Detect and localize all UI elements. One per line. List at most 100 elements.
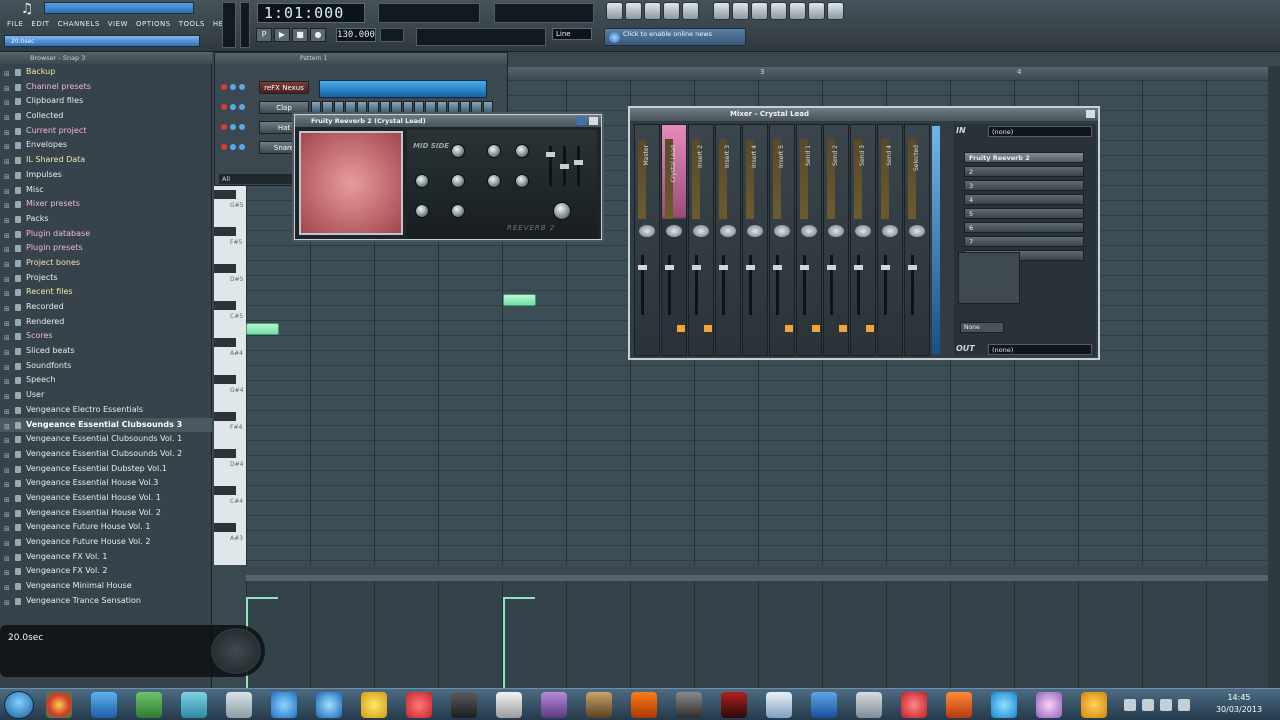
- play-button[interactable]: ▶: [274, 28, 290, 42]
- menu-file[interactable]: FILE: [6, 20, 24, 28]
- pan-knob[interactable]: [774, 225, 790, 237]
- dry-slider[interactable]: [546, 146, 555, 186]
- pan-knob[interactable]: [909, 225, 925, 237]
- browser-item[interactable]: ⊞ Project bones: [0, 256, 212, 271]
- reverb-title[interactable]: Fruity Reeverb 2 (Crystal Lead): [295, 115, 601, 127]
- channel-leds[interactable]: [221, 84, 245, 90]
- browser-item[interactable]: ⊞ Vengeance Trance Sensation: [0, 594, 212, 609]
- piano-keyboard[interactable]: G#5 F#5 D#5 C#5 A#4 G#4 F#4 D#4 C#4 A#3: [214, 180, 246, 565]
- pan-knob[interactable]: [639, 225, 655, 237]
- expand-icon[interactable]: ⊞: [4, 566, 10, 579]
- channel-leds[interactable]: [221, 144, 245, 150]
- flag-icon[interactable]: [1142, 699, 1154, 711]
- channel-button-clap[interactable]: Clap: [259, 101, 309, 114]
- expand-icon[interactable]: ⊞: [4, 229, 10, 242]
- game-icon[interactable]: [496, 692, 522, 718]
- mixer-track[interactable]: Master: [634, 124, 660, 356]
- browser-item[interactable]: ⊞ Recorded: [0, 300, 212, 315]
- app-logo-icon[interactable]: ♫: [15, 1, 39, 19]
- send-switch[interactable]: [866, 325, 874, 332]
- chrome-icon[interactable]: [46, 692, 72, 718]
- internet-explorer-icon[interactable]: [316, 692, 342, 718]
- mixer-title[interactable]: Mixer - Crystal Lead: [630, 108, 1098, 121]
- expand-icon[interactable]: ⊞: [4, 243, 10, 256]
- wet-slider[interactable]: [574, 146, 583, 186]
- mixer-track[interactable]: Send 3: [850, 124, 876, 356]
- browser-item[interactable]: ⊞ Backup: [0, 65, 212, 80]
- reverb-knob[interactable]: [415, 204, 429, 218]
- record-button[interactable]: ●: [310, 28, 326, 42]
- stop-button[interactable]: ■: [292, 28, 308, 42]
- project-info-icon[interactable]: [808, 2, 825, 20]
- expand-icon[interactable]: ⊞: [4, 508, 10, 521]
- expand-icon[interactable]: ⊞: [4, 199, 10, 212]
- expand-icon[interactable]: ⊞: [4, 126, 10, 139]
- start-button[interactable]: [4, 691, 34, 719]
- taskbar-clock[interactable]: 14:45 30/03/2013: [1202, 692, 1276, 716]
- menu-tools[interactable]: TOOLS: [178, 20, 206, 28]
- expand-icon[interactable]: ⊞: [4, 331, 10, 344]
- black-key[interactable]: [214, 449, 236, 458]
- reverb-knob[interactable]: [451, 174, 465, 188]
- send-switch[interactable]: [704, 325, 712, 332]
- fx-slot[interactable]: 5: [964, 208, 1084, 219]
- fx-slot[interactable]: Fruity Reeverb 2: [964, 152, 1084, 163]
- black-key[interactable]: [214, 523, 236, 532]
- piano-roll-icon[interactable]: [644, 2, 661, 20]
- volume-fader[interactable]: [746, 255, 755, 315]
- media-player-icon[interactable]: [91, 692, 117, 718]
- pan-knob[interactable]: [828, 225, 844, 237]
- expand-icon[interactable]: ⊞: [4, 214, 10, 227]
- browser-item[interactable]: ⊞ Vengeance Essential Clubsounds Vol. 2: [0, 447, 212, 462]
- browser-item[interactable]: ⊞ Current project: [0, 124, 212, 139]
- browser-item[interactable]: ⊞ Vengeance Essential House Vol. 1: [0, 491, 212, 506]
- pan-knob[interactable]: [693, 225, 709, 237]
- input-selector[interactable]: (none): [988, 126, 1092, 137]
- browser-item[interactable]: ⊞ Rendered: [0, 315, 212, 330]
- browser-icon[interactable]: [663, 2, 680, 20]
- volume-fader[interactable]: [692, 255, 701, 315]
- star-app-icon[interactable]: [451, 692, 477, 718]
- ccleaner-icon[interactable]: [406, 692, 432, 718]
- powerpoint-icon[interactable]: [946, 692, 972, 718]
- browser-item[interactable]: ⊞ Vengeance Essential Clubsounds 3: [0, 417, 212, 433]
- channel-button-nexus[interactable]: reFX Nexus: [259, 81, 309, 94]
- app-icon[interactable]: [181, 692, 207, 718]
- browser-item[interactable]: ⊞ Speech: [0, 373, 212, 388]
- pan-knob[interactable]: [720, 225, 736, 237]
- browser-item[interactable]: ⊞ Vengeance Essential Clubsounds Vol. 1: [0, 432, 212, 447]
- snap-selector[interactable]: Line: [552, 28, 592, 40]
- mixer-track[interactable]: Send 2: [823, 124, 849, 356]
- expand-icon[interactable]: ⊞: [4, 434, 10, 447]
- black-key[interactable]: [214, 301, 236, 310]
- fx-slot[interactable]: 3: [964, 180, 1084, 191]
- browser-item[interactable]: ⊞ Vengeance Future House Vol. 1: [0, 520, 212, 535]
- expand-icon[interactable]: ⊞: [4, 581, 10, 594]
- mixer-track[interactable]: Insert 3: [715, 124, 741, 356]
- mixer-track[interactable]: Selected: [904, 124, 930, 356]
- pattern-mode-button[interactable]: P: [256, 28, 272, 42]
- volume-fader[interactable]: [800, 255, 809, 315]
- browser-item[interactable]: ⊞ Plugin presets: [0, 241, 212, 256]
- channel-leds[interactable]: [221, 104, 245, 110]
- expand-icon[interactable]: ⊞: [4, 111, 10, 124]
- velocity-lane[interactable]: [246, 575, 1268, 688]
- expand-icon[interactable]: ⊞: [4, 155, 10, 168]
- browser-item[interactable]: ⊞ IL Shared Data: [0, 153, 212, 168]
- volume-fader[interactable]: [881, 255, 890, 315]
- mixer-track[interactable]: Insert 4: [742, 124, 768, 356]
- norton-icon[interactable]: [361, 692, 387, 718]
- expand-icon[interactable]: ⊞: [4, 96, 10, 109]
- save-icon[interactable]: [713, 2, 730, 20]
- black-key[interactable]: [214, 375, 236, 384]
- expand-icon[interactable]: ⊞: [4, 375, 10, 388]
- volume-fader[interactable]: [665, 255, 674, 315]
- browser-item[interactable]: ⊞ Scores: [0, 329, 212, 344]
- send-switch[interactable]: [677, 325, 685, 332]
- mixer-track[interactable]: Send 4: [877, 124, 903, 356]
- black-key[interactable]: [214, 412, 236, 421]
- channel-leds[interactable]: [221, 124, 245, 130]
- send-switch[interactable]: [785, 325, 793, 332]
- volume-icon[interactable]: [1178, 699, 1190, 711]
- network-icon[interactable]: [1160, 699, 1172, 711]
